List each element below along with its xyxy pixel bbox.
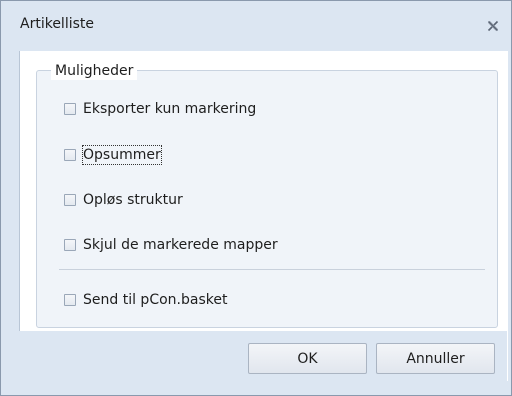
checkbox-label: Skjul de markerede mapper bbox=[83, 237, 278, 253]
checkbox-label: Send til pCon.basket bbox=[83, 292, 228, 308]
ok-button[interactable]: OK bbox=[248, 343, 367, 374]
button-bar: OK Annuller bbox=[19, 331, 507, 383]
checkbox-box[interactable] bbox=[64, 149, 76, 161]
group-legend: Muligheder bbox=[51, 62, 138, 80]
checkbox-skjul-markerede-mapper[interactable]: Skjul de markerede mapper bbox=[64, 235, 278, 255]
checkbox-label: Eksporter kun markering bbox=[83, 101, 257, 117]
checkbox-box[interactable] bbox=[64, 194, 76, 206]
options-group: Muligheder Eksporter kun markering Opsum… bbox=[36, 62, 498, 328]
title-bar[interactable]: Artikelliste bbox=[1, 1, 511, 51]
checkbox-oplos-struktur[interactable]: Opløs struktur bbox=[64, 190, 183, 210]
artikelliste-dialog: Artikelliste Muligheder Eksporter kun ma… bbox=[0, 0, 512, 396]
checkbox-opsummer[interactable]: Opsummer bbox=[64, 145, 162, 165]
checkbox-label: Opsummer bbox=[82, 145, 162, 165]
checkbox-box[interactable] bbox=[64, 294, 76, 306]
close-x-icon bbox=[487, 20, 499, 32]
checkbox-eksporter-kun-markering[interactable]: Eksporter kun markering bbox=[64, 99, 256, 119]
separator bbox=[59, 269, 485, 270]
cancel-button[interactable]: Annuller bbox=[376, 343, 495, 374]
checkbox-send-til-pcon-basket[interactable]: Send til pCon.basket bbox=[64, 290, 227, 310]
window-title: Artikelliste bbox=[20, 16, 94, 32]
close-button[interactable] bbox=[483, 16, 503, 36]
checkbox-label: Opløs struktur bbox=[83, 192, 183, 208]
checkbox-box[interactable] bbox=[64, 103, 76, 115]
checkbox-box[interactable] bbox=[64, 239, 76, 251]
